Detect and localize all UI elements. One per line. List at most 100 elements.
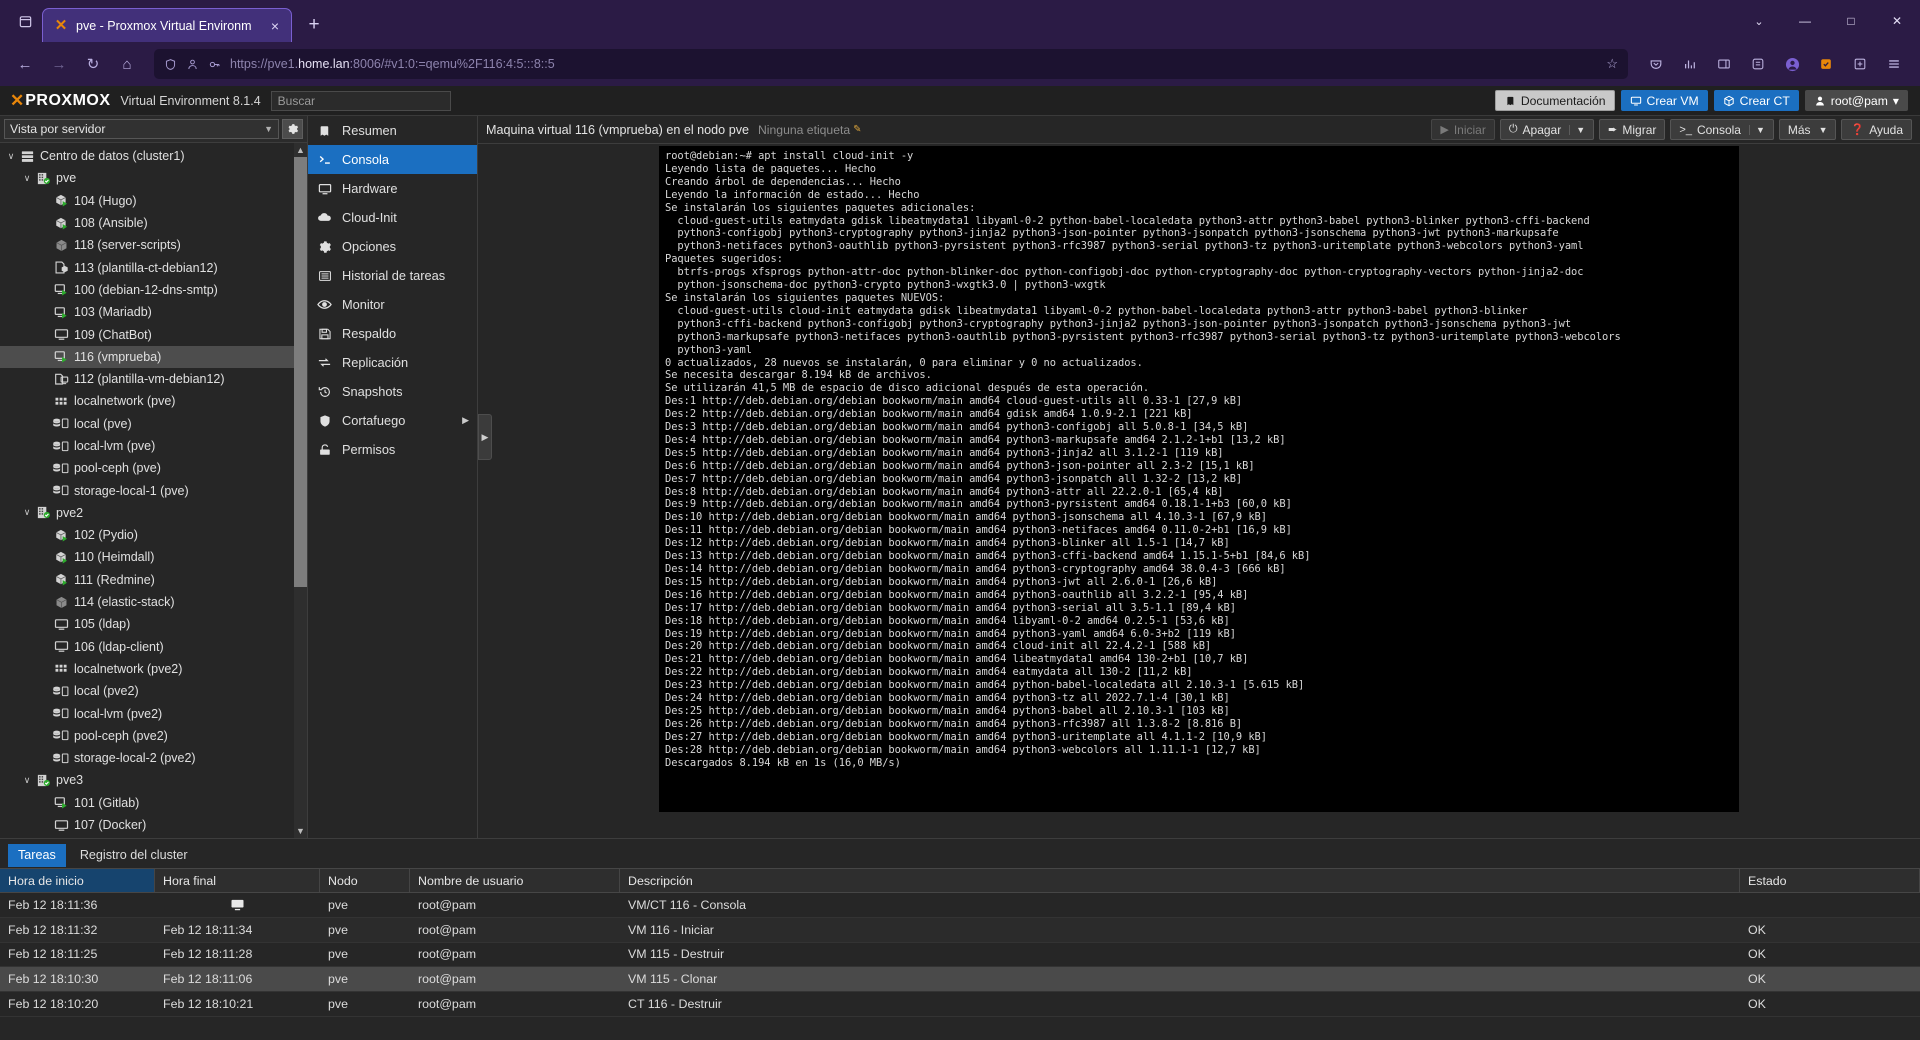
close-icon[interactable]: × [267, 18, 283, 34]
tree-item[interactable]: 104 (Hugo) [0, 190, 307, 212]
forward-icon[interactable]: → [44, 49, 74, 79]
chevron-down-icon[interactable]: ∨ [20, 507, 34, 518]
tree-item[interactable]: 112 (plantilla-vm-debian12) [0, 368, 307, 390]
tree-item[interactable]: 108 (Ansible) [0, 212, 307, 234]
table-row[interactable]: Feb 12 18:10:30 Feb 12 18:11:06 pve root@pa… [0, 967, 1920, 993]
tree-item[interactable]: storage-local-1 (pve) [0, 479, 307, 501]
pocket-icon[interactable] [1640, 49, 1672, 79]
create-ct-button[interactable]: Crear CT [1713, 90, 1799, 111]
table-row[interactable]: Feb 12 18:11:36 pve root@pam VM/CT 116 - Co… [0, 893, 1920, 918]
scroll-thumb[interactable] [294, 157, 307, 587]
tree-item[interactable]: localnetwork (pve2) [0, 658, 307, 680]
table-row[interactable]: Feb 12 18:10:20 Feb 12 18:10:21 pve root@pa… [0, 992, 1920, 1017]
tree-item[interactable]: 114 (elastic-stack) [0, 591, 307, 613]
create-vm-button[interactable]: Crear VM [1620, 90, 1708, 111]
minimize-button[interactable]: — [1782, 0, 1828, 42]
back-icon[interactable]: ← [10, 49, 40, 79]
column-header-nombre-de-usuario[interactable]: Nombre de usuario [410, 869, 620, 892]
column-header-hora-final[interactable]: Hora final [155, 869, 320, 892]
tree-scrollbar[interactable]: ▲ ▼ [294, 143, 307, 838]
migrate-button[interactable]: ➨ Migrar [1599, 119, 1666, 140]
chevron-down-icon[interactable]: ⌄ [1736, 0, 1782, 42]
tree-item[interactable]: local-lvm (pve) [0, 435, 307, 457]
url-text[interactable]: https://pve1.home.lan:8006/#v1:0:=qemu%2… [230, 57, 1597, 71]
tree-item[interactable]: 103 (Mariadb) [0, 301, 307, 323]
tree-item[interactable]: 118 (server-scripts) [0, 234, 307, 256]
vm-menu-item-snapshots[interactable]: Snapshots [308, 377, 477, 406]
tree-item[interactable]: 105 (ldap) [0, 613, 307, 635]
tree-item[interactable]: 107 (Docker) [0, 814, 307, 836]
table-row[interactable]: Feb 12 18:11:32 Feb 12 18:11:34 pve root@pa… [0, 917, 1920, 943]
tree-item-selected[interactable]: 116 (vmprueba) [0, 345, 307, 368]
tree-item[interactable]: ∨ pve2 [0, 502, 307, 524]
tree-settings-button[interactable] [282, 119, 303, 139]
column-header-estado[interactable]: Estado [1740, 869, 1920, 892]
tree-item[interactable]: ∨ Centro de datos (cluster1) [0, 145, 307, 167]
vm-menu-item-resumen[interactable]: Resumen [308, 116, 477, 145]
chevron-down-icon[interactable]: ∨ [20, 775, 34, 786]
edit-pencil-icon[interactable]: ✎ [853, 124, 861, 135]
save-to-pocket-icon[interactable] [1844, 49, 1876, 79]
tab-list-icon[interactable] [8, 0, 42, 42]
tree-item[interactable]: ∨ pve [0, 167, 307, 189]
help-button[interactable]: ❓ Ayuda [1841, 119, 1912, 140]
tree-item[interactable]: storage-local-2 (pve2) [0, 747, 307, 769]
vm-menu-item-respaldo[interactable]: Respaldo [308, 319, 477, 348]
vm-menu-item-hardware[interactable]: Hardware [308, 174, 477, 203]
tree-item[interactable]: local (pve2) [0, 680, 307, 702]
view-mode-select[interactable]: Vista por servidor ▼ [4, 119, 279, 139]
tree-item[interactable]: local-lvm (pve2) [0, 702, 307, 724]
container-tabs-icon[interactable] [1742, 49, 1774, 79]
tree-item[interactable]: 111 (Redmine) [0, 569, 307, 591]
start-button[interactable]: ▶ Iniciar [1431, 119, 1495, 140]
tree-item[interactable]: ∨ pve3 [0, 769, 307, 791]
tree-item[interactable]: 110 (Heimdall) [0, 546, 307, 568]
bottom-tab-registro-del-cluster[interactable]: Registro del cluster [70, 844, 198, 867]
new-tab-button[interactable]: + [298, 8, 330, 42]
extension-icon[interactable] [1810, 49, 1842, 79]
proxmox-logo[interactable]: ✕ PROXMOX [8, 92, 111, 110]
tree-item[interactable]: 113 (plantilla-ct-debian12) [0, 256, 307, 278]
console-button[interactable]: >_ Consola ▼ [1670, 119, 1774, 140]
column-header-descripci-n[interactable]: Descripción [620, 869, 1740, 892]
tree-item[interactable]: 109 (ChatBot) [0, 323, 307, 345]
vm-menu-item-opciones[interactable]: Opciones [308, 232, 477, 261]
terminal-output[interactable]: root@debian:~# apt install cloud-init -y… [659, 146, 1739, 812]
home-icon[interactable]: ⌂ [112, 49, 142, 79]
tree-item[interactable]: local (pve) [0, 413, 307, 435]
table-row[interactable]: Feb 12 18:11:25 Feb 12 18:11:28 pve root@pa… [0, 943, 1920, 968]
chevron-down-icon[interactable]: ∨ [20, 173, 34, 184]
scroll-up-button[interactable]: ▲ [294, 143, 307, 157]
vm-menu-item-historial-de-tareas[interactable]: Historial de tareas [308, 261, 477, 290]
analytics-icon[interactable] [1674, 49, 1706, 79]
account-icon[interactable] [1776, 49, 1808, 79]
tracking-protection-icon[interactable] [186, 58, 199, 71]
app-menu-icon[interactable] [1878, 49, 1910, 79]
sidebar-toggle-icon[interactable] [1708, 49, 1740, 79]
maximize-button[interactable]: □ [1828, 0, 1874, 42]
column-header-hora-de-inicio[interactable]: Hora de inicio [0, 869, 155, 892]
user-menu-button[interactable]: root@pam ▾ [1804, 90, 1908, 111]
vm-menu-item-replicaci-n[interactable]: Replicación [308, 348, 477, 377]
tree-item[interactable]: pool-ceph (pve2) [0, 725, 307, 747]
vm-menu-item-consola[interactable]: Consola [308, 145, 477, 174]
documentation-button[interactable]: Documentación [1494, 90, 1615, 111]
lock-icon[interactable] [208, 58, 221, 71]
tree-item[interactable]: 106 (ldap-client) [0, 636, 307, 658]
reload-icon[interactable]: ↻ [78, 49, 108, 79]
tree-item[interactable]: pool-ceph (pve) [0, 457, 307, 479]
vm-menu-item-cortafuego[interactable]: Cortafuego ▶ [308, 406, 477, 435]
vm-menu-item-monitor[interactable]: Monitor [308, 290, 477, 319]
vm-menu-item-permisos[interactable]: Permisos [308, 435, 477, 464]
tree-item[interactable]: localnetwork (pve) [0, 390, 307, 412]
browser-tab[interactable]: ✕ pve - Proxmox Virtual Environm × [42, 8, 292, 42]
address-bar[interactable]: https://pve1.home.lan:8006/#v1:0:=qemu%2… [154, 49, 1628, 79]
shutdown-button[interactable]: ⏻ Apagar ▼ [1499, 119, 1595, 140]
window-close-button[interactable]: ✕ [1874, 0, 1920, 42]
bookmark-star-icon[interactable]: ☆ [1606, 56, 1618, 72]
chevron-down-icon[interactable]: ▼ [1748, 124, 1765, 135]
search-input[interactable]: Buscar [270, 90, 451, 111]
tree-item[interactable]: 102 (Pydio) [0, 524, 307, 546]
chevron-down-icon[interactable]: ▼ [1569, 124, 1585, 135]
vm-menu-item-cloud-init[interactable]: Cloud-Init [308, 203, 477, 232]
